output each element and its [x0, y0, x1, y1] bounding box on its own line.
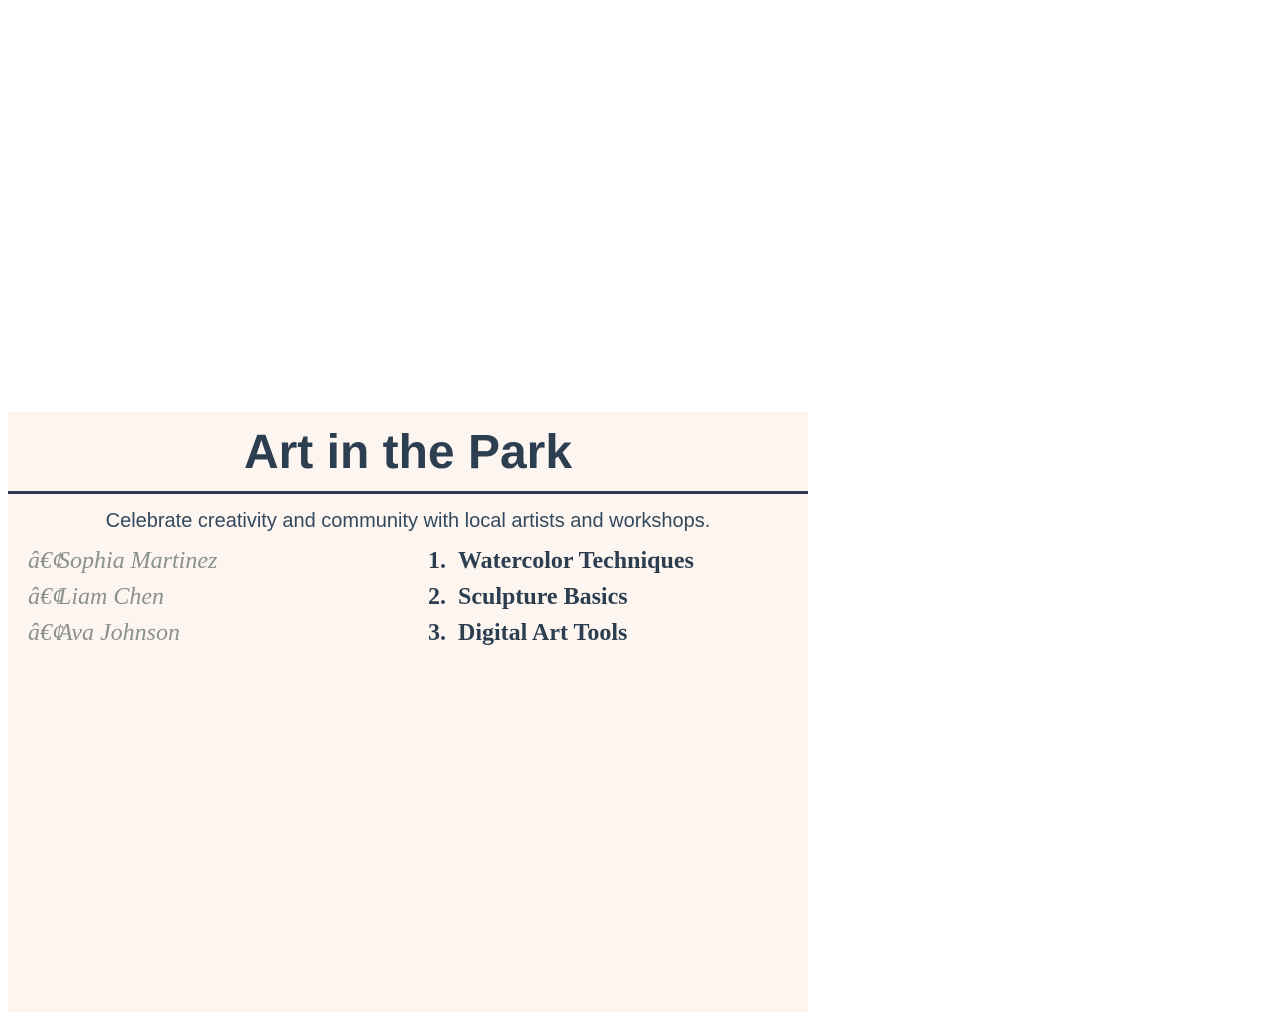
- workshop-title: Digital Art Tools: [458, 620, 628, 646]
- workshop-list: 1. Watercolor Techniques 2. Sculpture Basi…: [428, 543, 798, 651]
- list-item: 3. Digital Art Tools: [428, 615, 798, 651]
- bullet-glyph: â€¢: [28, 584, 64, 610]
- artist-name: Ava Johnson: [58, 620, 180, 646]
- page-title: Art in the Park: [243, 426, 573, 479]
- artist-name: Sophia Martinez: [58, 548, 218, 574]
- artist-name: Liam Chen: [58, 584, 165, 610]
- page-header: Art in the Park: [8, 412, 808, 494]
- bullet-glyph: â€¢: [28, 548, 64, 574]
- list-item: â€¢Sophia Martinez: [28, 543, 408, 579]
- list-number: 2.: [428, 584, 446, 610]
- page-subtitle: Celebrate creativity and community with …: [105, 510, 711, 532]
- event-panel: Art in the Park Celebrate creativity and…: [8, 412, 808, 1012]
- list-number: 1.: [428, 548, 446, 574]
- list-item: 2. Sculpture Basics: [428, 579, 798, 615]
- list-number: 3.: [428, 620, 446, 646]
- list-item: â€¢Ava Johnson: [28, 615, 408, 651]
- workshop-title: Watercolor Techniques: [458, 548, 694, 574]
- list-item: 1. Watercolor Techniques: [428, 543, 798, 579]
- workshop-title: Sculpture Basics: [458, 584, 628, 610]
- list-item: â€¢Liam Chen: [28, 579, 408, 615]
- bullet-glyph: â€¢: [28, 620, 64, 646]
- artist-list: â€¢Sophia Martinez â€¢Liam Chen â€¢Ava J…: [28, 543, 408, 651]
